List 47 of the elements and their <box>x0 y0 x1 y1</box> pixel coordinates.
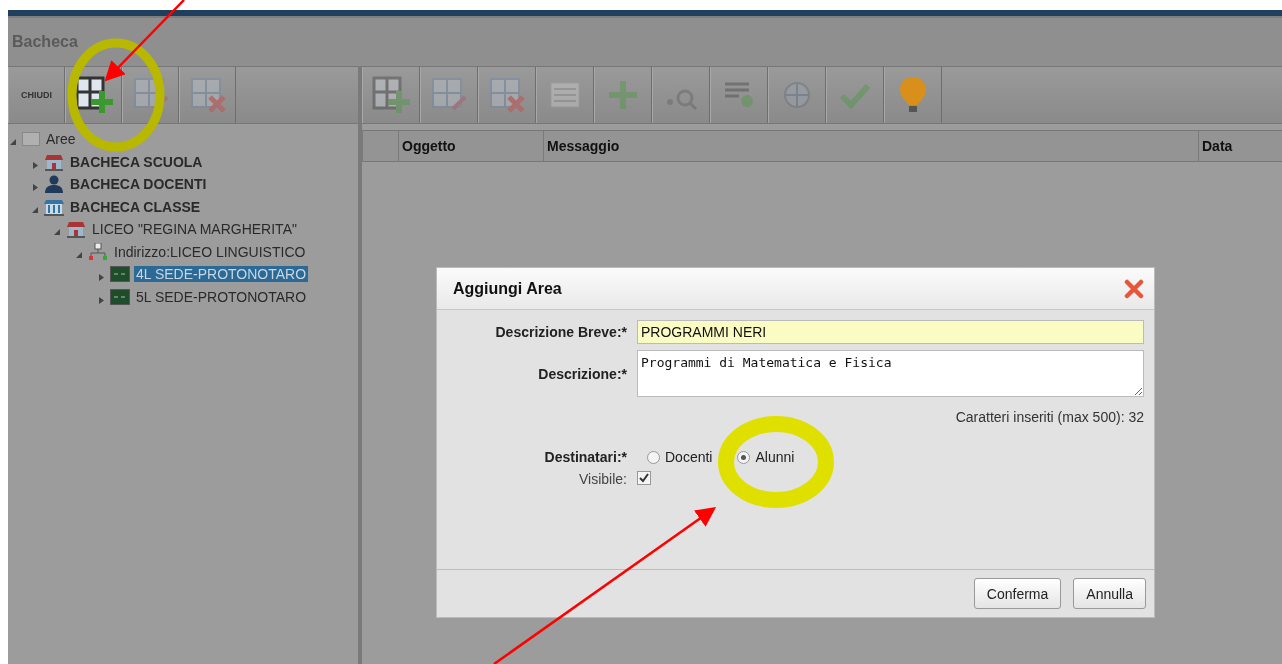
expander-icon[interactable] <box>10 139 16 147</box>
radio-label[interactable]: Docenti <box>665 449 713 465</box>
close-button[interactable] <box>1124 278 1144 299</box>
radio-button[interactable] <box>647 450 660 464</box>
expander-icon[interactable] <box>98 296 104 304</box>
grid-cross-icon <box>487 75 527 115</box>
close-button[interactable]: CHIUDI <box>8 67 65 123</box>
lightbulb-icon <box>898 75 928 115</box>
tree-item[interactable]: 5L SEDE-PROTONOTARO <box>134 288 309 305</box>
column-header[interactable]: Data <box>1202 138 1233 154</box>
expander-icon[interactable] <box>54 229 60 237</box>
hierarchy-icon <box>88 242 108 261</box>
building-icon <box>44 197 64 216</box>
tree-item[interactable]: Indirizzo:LICEO LINGUISTICO <box>112 243 308 260</box>
school-icon <box>44 152 64 171</box>
field-label: Descrizione Breve:* <box>494 324 627 340</box>
text-area[interactable]: Programmi di Matematica e Fisica <box>637 350 1144 397</box>
expander-icon[interactable] <box>32 184 38 192</box>
tree-item[interactable]: LICEO "REGINA MARGHERITA" <box>90 221 299 238</box>
column-header[interactable]: Oggetto <box>402 138 456 154</box>
chalkboard-icon <box>110 288 130 305</box>
toolbar-button[interactable] <box>65 67 122 123</box>
tree-item[interactable]: 4L SEDE-PROTONOTARO <box>134 266 309 283</box>
input-field[interactable]: PROGRAMMI NERI <box>637 320 1144 344</box>
expander-icon[interactable] <box>32 206 38 214</box>
tree-item[interactable]: Aree <box>44 131 78 148</box>
grid-plus-icon <box>371 75 411 115</box>
field-label: Destinatari:* <box>543 449 627 465</box>
checkbox[interactable] <box>637 471 651 485</box>
expander-icon[interactable] <box>32 161 38 169</box>
field-label: Visibile: <box>578 471 627 487</box>
school-icon <box>66 220 86 239</box>
dialog-button[interactable]: Conferma <box>973 578 1062 609</box>
field-label: Descrizione:* <box>537 365 627 382</box>
radio-button[interactable] <box>737 450 751 464</box>
chalkboard-icon <box>110 266 130 283</box>
character-counter: Caratteri inseriti (max 500): 32 <box>954 409 1144 425</box>
tree-item[interactable]: BACHECA DOCENTI <box>68 176 209 193</box>
tree-item[interactable]: BACHECA SCUOLA <box>68 153 205 170</box>
expander-icon[interactable] <box>76 251 82 259</box>
dialog-button[interactable]: Annulla <box>1073 578 1146 609</box>
column-header[interactable]: Messaggio <box>547 138 620 154</box>
dialog-title: Aggiungi Area <box>453 279 562 298</box>
expander-icon[interactable] <box>98 274 104 282</box>
person-icon <box>44 175 64 194</box>
tree-item[interactable]: BACHECA CLASSE <box>68 198 203 215</box>
radio-label[interactable]: Alunni <box>755 449 795 465</box>
